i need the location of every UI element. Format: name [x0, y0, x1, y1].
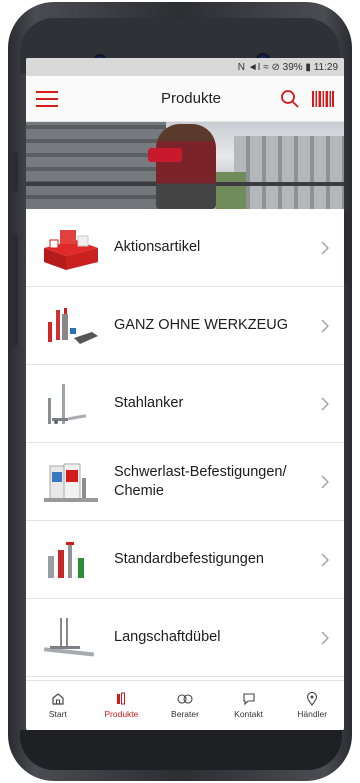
app-header: Produkte — [26, 76, 344, 122]
search-icon[interactable] — [280, 89, 300, 109]
no-tool-set-icon — [40, 300, 102, 352]
bottom-bezel — [20, 730, 342, 770]
steel-anchor-icon — [40, 378, 102, 430]
chemical-cartridge-icon — [40, 456, 102, 508]
barcode-scanner-icon[interactable] — [311, 90, 334, 107]
nav-kontakt[interactable]: Kontakt — [217, 681, 281, 730]
nav-label: Produkte — [104, 709, 139, 719]
screen: N ◄I ≈ ⊘ 39% ▮ 11:29 Produkte Aktionsart… — [26, 58, 344, 730]
category-label: Aktionsartikel — [114, 239, 201, 255]
nav-label: Kontakt — [234, 709, 263, 719]
category-item-stahlanker[interactable]: Stahlanker — [26, 365, 344, 443]
nav-label: Händler — [297, 709, 328, 719]
standard-plugs-icon — [40, 534, 102, 586]
chevron-right-icon — [321, 241, 329, 254]
menu-icon[interactable] — [36, 90, 58, 107]
chevron-right-icon — [321, 397, 329, 410]
product-category-list: Aktionsartikel GANZ OHNE WERKZEUG Stahla… — [26, 209, 344, 677]
category-item-schwerlast[interactable]: Schwerlast-Befestigungen/ Chemie — [26, 443, 344, 521]
header-actions — [280, 89, 334, 109]
category-item-langschaftduebel[interactable]: Langschaftdübel — [26, 599, 344, 677]
status-text: N ◄I ≈ ⊘ 39% ▮ 11:29 — [237, 61, 338, 73]
nav-label: Berater — [171, 709, 199, 719]
contact-icon — [243, 693, 255, 706]
page-title: Produkte — [160, 90, 222, 107]
product-icon — [117, 692, 126, 705]
nav-label: Start — [48, 709, 67, 719]
location-pin-icon — [307, 692, 318, 706]
category-label: Standardbefestigungen — [114, 551, 264, 567]
nav-start[interactable]: Start — [26, 681, 90, 730]
volume-down-button — [12, 234, 18, 346]
advisor-icon — [177, 694, 193, 704]
promo-boxes-icon — [40, 222, 102, 274]
chevron-right-icon — [321, 475, 329, 488]
status-bar: N ◄I ≈ ⊘ 39% ▮ 11:29 — [26, 58, 344, 76]
hero-banner-image — [26, 122, 344, 209]
chevron-right-icon — [321, 631, 329, 644]
category-item-aktionsartikel[interactable]: Aktionsartikel — [26, 209, 344, 287]
volume-up-button — [12, 152, 18, 192]
bottom-navigation: Start Produkte Berater Kontakt Händler — [26, 680, 344, 730]
long-shaft-plug-icon — [40, 612, 102, 664]
nav-berater[interactable]: Berater — [153, 681, 217, 730]
chevron-right-icon — [321, 319, 329, 332]
category-label: Langschaftdübel — [114, 629, 221, 645]
category-item-ganz-ohne-werkzeug[interactable]: GANZ OHNE WERKZEUG — [26, 287, 344, 365]
category-label: GANZ OHNE WERKZEUG — [114, 317, 289, 333]
nav-produkte[interactable]: Produkte — [90, 681, 154, 730]
nav-haendler[interactable]: Händler — [280, 681, 344, 730]
category-label: Stahlanker — [114, 395, 184, 411]
chevron-right-icon — [321, 553, 329, 566]
home-icon — [52, 693, 64, 705]
category-label: Schwerlast-Befestigungen/ Chemie — [114, 463, 287, 499]
category-item-standardbefestigungen[interactable]: Standardbefestigungen — [26, 521, 344, 599]
